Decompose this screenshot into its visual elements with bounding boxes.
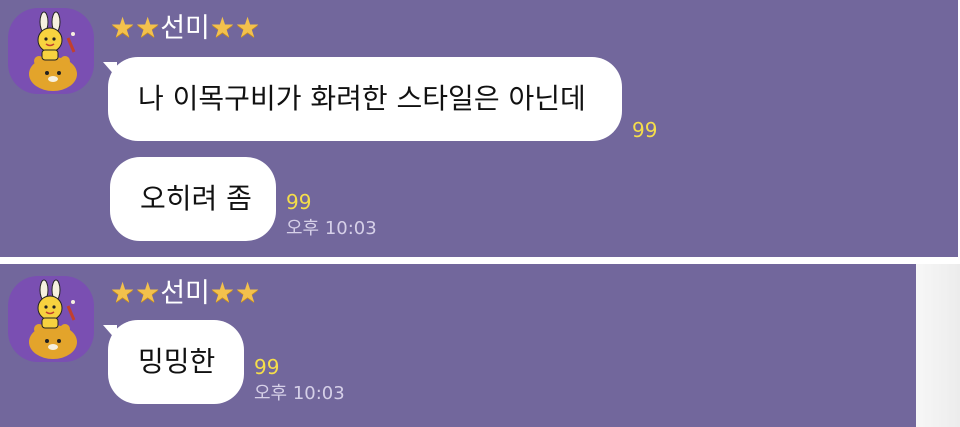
message-bubble[interactable]: 밍밍한 [108,320,244,404]
ryan-rabbit-character-avatar-icon [29,279,77,359]
ryan-rabbit-character-avatar-icon [29,11,77,91]
message-text: 나 이목구비가 화려한 스타일은 아닌데 [138,82,586,115]
unread-count: 99 [632,118,658,142]
message-timestamp: 오후 10:03 [254,383,345,404]
message-text: 오히려 좀 [140,182,252,215]
sender-name-text: 선미 [160,278,210,309]
avatar[interactable] [8,8,94,94]
chat-panel-top: ★★선미★★ 나 이목구비가 화려한 스타일은 아닌데 99 오히려 좀 99 … [0,0,958,257]
chat-panel-bottom: ★★선미★★ 밍밍한 99 오후 10:03 [0,264,916,427]
star-icon: ★★ [209,276,261,309]
sender-name-text: 선미 [160,13,210,44]
sender-name: ★★선미★★ [110,277,260,310]
background-strip [916,264,960,427]
star-icon: ★★ [209,11,261,44]
avatar[interactable] [8,276,94,362]
star-icon: ★★ [110,276,161,309]
message-text: 밍밍한 [138,345,216,378]
message-bubble[interactable]: 오히려 좀 [110,157,276,241]
unread-count: 99 [254,355,280,379]
star-icon: ★★ [110,11,161,44]
message-timestamp: 오후 10:03 [286,218,377,239]
message-bubble[interactable]: 나 이목구비가 화려한 스타일은 아닌데 [108,57,622,141]
unread-count: 99 [286,190,312,214]
sender-name: ★★선미★★ [110,12,260,45]
